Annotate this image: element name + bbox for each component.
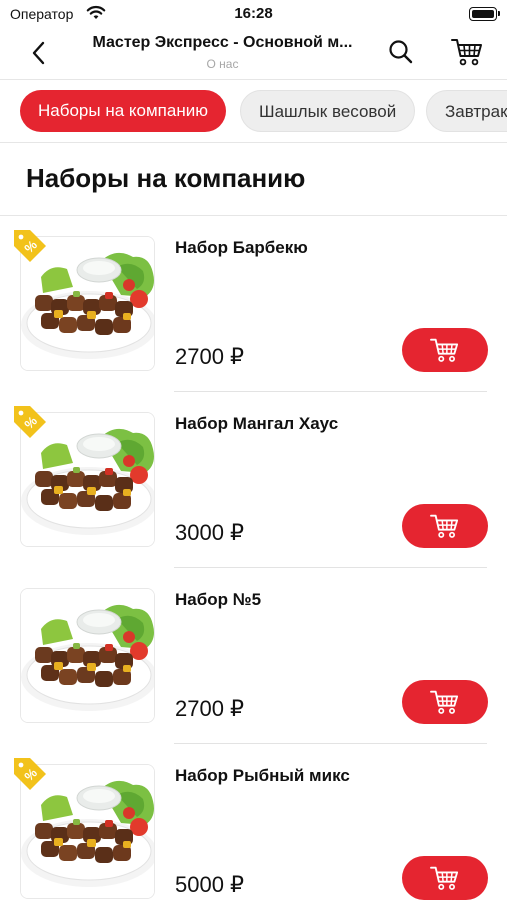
category-tab-sets[interactable]: Наборы на компанию — [20, 90, 226, 132]
add-to-cart-button[interactable] — [402, 504, 488, 548]
category-tab-breakfast[interactable]: Завтрак — [426, 90, 507, 132]
product-price: 3000 ₽ — [175, 520, 245, 545]
shopping-cart-icon[interactable] — [450, 36, 484, 68]
clock: 16:28 — [234, 5, 273, 22]
section-title: Наборы на компанию — [26, 163, 306, 193]
status-bar: Оператор 16:28 — [0, 0, 507, 30]
store-title: Мастер Экспресс - Основной м... — [92, 34, 353, 51]
product-card[interactable]: % — [0, 744, 507, 900]
add-to-cart-icon — [430, 338, 459, 362]
battery-icon — [469, 7, 500, 21]
nav-titles: Мастер Экспресс - Основной м... О нас — [70, 34, 375, 71]
discount-tag-icon: % — [10, 226, 50, 266]
discount-tag-icon: % — [10, 402, 50, 442]
add-to-cart-button[interactable] — [402, 328, 488, 372]
product-image — [20, 588, 155, 723]
product-name: Набор Мангал Хаус — [175, 414, 339, 433]
product-name: Набор Рыбный микс — [175, 766, 350, 785]
product-price: 5000 ₽ — [175, 872, 245, 897]
about-link[interactable]: О нас — [70, 57, 375, 71]
add-to-cart-icon — [430, 514, 459, 538]
category-tab-shashlik[interactable]: Шашлык весовой — [240, 90, 416, 132]
category-tabs: Наборы на компанию Шашлык весовой Завтра… — [0, 80, 507, 143]
product-name: Набор Барбекю — [175, 238, 308, 257]
product-card[interactable]: % — [0, 216, 507, 392]
add-to-cart-button[interactable] — [402, 856, 488, 900]
product-card[interactable]: % — [0, 392, 507, 568]
add-to-cart-icon — [430, 690, 459, 714]
add-to-cart-button[interactable] — [402, 680, 488, 724]
product-card[interactable]: Набор №5 2700 ₽ — [0, 568, 507, 744]
product-name: Набор №5 — [175, 590, 262, 609]
add-to-cart-icon — [430, 866, 459, 890]
product-price: 2700 ₽ — [175, 344, 245, 369]
chevron-left-icon[interactable] — [24, 38, 54, 68]
navigation-bar: Мастер Экспресс - Основной м... О нас — [0, 30, 507, 80]
product-price: 2700 ₽ — [175, 696, 245, 721]
discount-tag-icon: % — [10, 754, 50, 794]
search-icon[interactable] — [386, 37, 416, 67]
